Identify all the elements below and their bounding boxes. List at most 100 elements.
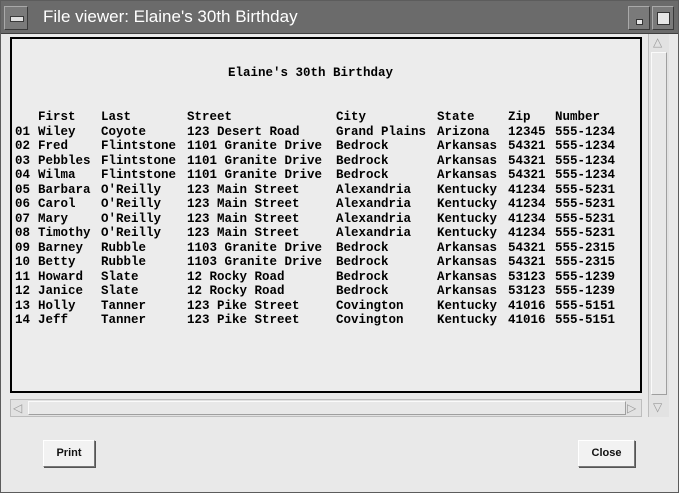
cell-city: Covington	[336, 298, 404, 313]
cell-number: 555-1234	[555, 153, 616, 168]
cell-zip: 41234	[508, 211, 546, 226]
title-bar[interactable]: File viewer: Elaine's 30th Birthday	[1, 1, 678, 34]
cell-index: 06	[15, 197, 31, 211]
cell-last: Coyote	[101, 124, 147, 139]
column-header-number: Number	[555, 110, 601, 124]
cell-city: Bedrock	[336, 153, 389, 168]
cell-zip: 54321	[508, 168, 546, 182]
cell-first: Wilma	[38, 168, 76, 182]
cell-index: 09	[15, 240, 31, 255]
column-header-first: First	[38, 110, 76, 124]
cell-street: 1103 Granite Drive	[187, 240, 323, 255]
cell-index: 10	[15, 255, 31, 269]
cell-state: Kentucky	[437, 313, 498, 327]
cell-zip: 41234	[508, 197, 546, 211]
cell-street: 123 Pike Street	[187, 298, 300, 313]
print-button[interactable]: Print	[43, 440, 95, 467]
cell-state: Arkansas	[437, 284, 498, 298]
cell-first: Jeff	[38, 313, 69, 327]
cell-street: 1101 Granite Drive	[187, 168, 323, 182]
cell-first: Mary	[38, 211, 69, 226]
cell-state: Arkansas	[437, 168, 498, 182]
cell-number: 555-5151	[555, 298, 616, 313]
cell-zip: 53123	[508, 284, 546, 298]
document-viewport[interactable]: Elaine's 30th Birthday First Last Street…	[10, 37, 642, 393]
cell-number: 555-2315	[555, 240, 616, 255]
cell-last: Slate	[101, 284, 139, 298]
arrow-right-icon[interactable]: ▷	[627, 402, 636, 414]
cell-street: 123 Main Street	[187, 211, 300, 226]
cell-city: Covington	[336, 313, 404, 327]
cell-zip: 12345	[508, 124, 546, 139]
document-heading: Elaine's 30th Birthday	[228, 66, 394, 80]
horizontal-scrollbar[interactable]: ◁ ▷	[10, 399, 642, 417]
cell-first: Howard	[38, 269, 84, 284]
cell-number: 555-2315	[555, 255, 616, 269]
column-header-street: Street	[187, 110, 233, 124]
cell-first: Wiley	[38, 124, 76, 139]
cell-city: Bedrock	[336, 269, 389, 284]
cell-zip: 41234	[508, 182, 546, 197]
horizontal-scroll-thumb[interactable]	[28, 401, 626, 415]
cell-first: Barney	[38, 240, 84, 255]
cell-last: Slate	[101, 269, 139, 284]
cell-street: 1101 Granite Drive	[187, 139, 323, 153]
cell-number: 555-5151	[555, 313, 616, 327]
column-header-last: Last	[101, 110, 132, 124]
cell-street: 1101 Granite Drive	[187, 153, 323, 168]
cell-index: 08	[15, 226, 31, 240]
cell-city: Bedrock	[336, 168, 389, 182]
cell-number: 555-5231	[555, 226, 616, 240]
cell-number: 555-1239	[555, 284, 616, 298]
cell-index: 05	[15, 182, 31, 197]
cell-last: O'Reilly	[101, 211, 162, 226]
file-viewer-window: File viewer: Elaine's 30th Birthday Elai…	[0, 0, 679, 493]
cell-number: 555-1234	[555, 168, 616, 182]
window-title: File viewer: Elaine's 30th Birthday	[43, 7, 298, 26]
cell-zip: 53123	[508, 269, 546, 284]
cell-first: Barbara	[38, 182, 91, 197]
cell-number: 555-5231	[555, 211, 616, 226]
cell-index: 11	[15, 269, 31, 284]
cell-state: Arkansas	[437, 240, 498, 255]
cell-first: Janice	[38, 284, 84, 298]
cell-number: 555-5231	[555, 182, 616, 197]
cell-index: 04	[15, 168, 31, 182]
close-button[interactable]: Close	[578, 440, 635, 467]
cell-zip: 54321	[508, 255, 546, 269]
cell-first: Holly	[38, 298, 76, 313]
cell-state: Arkansas	[437, 153, 498, 168]
cell-last: Tanner	[101, 313, 147, 327]
cell-last: Tanner	[101, 298, 147, 313]
arrow-up-icon[interactable]: △	[653, 36, 662, 48]
cell-zip: 41016	[508, 313, 546, 327]
cell-last: O'Reilly	[101, 226, 162, 240]
cell-index: 03	[15, 153, 31, 168]
cell-state: Kentucky	[437, 226, 498, 240]
cell-first: Pebbles	[38, 153, 91, 168]
arrow-down-icon[interactable]: ▽	[653, 401, 662, 413]
cell-last: Rubble	[101, 255, 147, 269]
window-menu-icon[interactable]	[4, 6, 28, 30]
cell-state: Arizona	[437, 124, 490, 139]
cell-first: Carol	[38, 197, 76, 211]
cell-city: Alexandria	[336, 182, 412, 197]
cell-last: O'Reilly	[101, 182, 162, 197]
vertical-scrollbar[interactable]: △ ▽	[648, 34, 669, 417]
cell-city: Alexandria	[336, 211, 412, 226]
vertical-scroll-thumb[interactable]	[651, 52, 667, 395]
cell-street: 123 Main Street	[187, 182, 300, 197]
arrow-left-icon[interactable]: ◁	[13, 402, 22, 414]
cell-state: Arkansas	[437, 269, 498, 284]
cell-city: Bedrock	[336, 139, 389, 153]
cell-city: Grand Plains	[336, 124, 427, 139]
cell-number: 555-1239	[555, 269, 616, 284]
minimize-icon[interactable]	[628, 6, 650, 30]
cell-city: Bedrock	[336, 240, 389, 255]
cell-street: 123 Main Street	[187, 226, 300, 240]
cell-last: Flintstone	[101, 168, 177, 182]
column-header-city: City	[336, 110, 367, 124]
cell-number: 555-1234	[555, 124, 616, 139]
maximize-icon[interactable]	[652, 6, 674, 30]
cell-state: Kentucky	[437, 197, 498, 211]
